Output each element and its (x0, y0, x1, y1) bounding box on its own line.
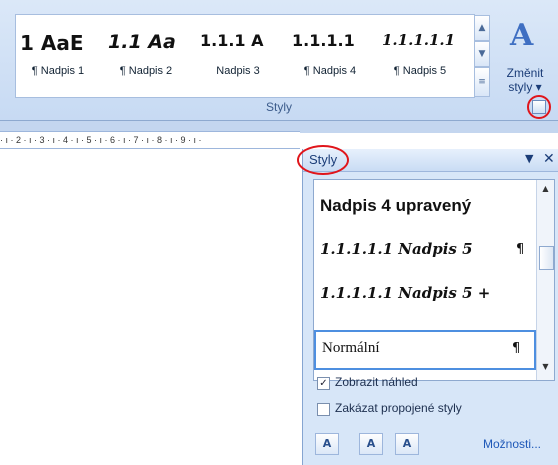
new-style-button[interactable]: A (315, 433, 339, 455)
styles-group-label: Styly (265, 100, 292, 114)
list-item[interactable]: Nadpis 4 upravený (314, 186, 536, 226)
highlight-ring (297, 145, 349, 175)
style-name: ¶ Nadpis 5 (393, 65, 447, 77)
style-inspector-button[interactable]: A (359, 433, 383, 455)
paragraph-icon: ¶ (512, 341, 521, 356)
change-styles-label: Změnit styly ▾ (506, 66, 544, 94)
pane-menu-icon[interactable]: ▼ (525, 152, 533, 165)
gallery-scroll-down-button[interactable]: ▼ (474, 41, 490, 67)
change-styles-icon: A (510, 18, 534, 53)
show-preview-checkbox[interactable]: ✓ (317, 377, 330, 390)
style-preview: 1.1.1.1 (292, 31, 355, 50)
style-heading-1[interactable]: 1 AaE ¶ Nadpis 1 (16, 17, 100, 93)
show-preview-label: Zobrazit náhled (335, 375, 418, 389)
styles-gallery: 1 AaE ¶ Nadpis 1 1.1 Aa ¶ Nadpis 2 1.1.1… (15, 14, 475, 98)
style-name: ¶ Nadpis 1 (31, 65, 85, 77)
change-styles-button[interactable]: A Změnit styly ▾ (496, 18, 554, 100)
list-item[interactable]: 1.1.1.1.1 Nadpis 5 ¶ (314, 230, 536, 270)
manage-styles-button[interactable]: A (395, 433, 419, 455)
scroll-down-icon[interactable]: ▼ (539, 362, 552, 375)
list-item[interactable]: 1.1.1.1.1 Nadpis 5 + (314, 274, 536, 314)
style-heading-4[interactable]: 1.1.1.1 ¶ Nadpis 4 (288, 17, 372, 93)
list-item-selected[interactable]: Normální ¶ (314, 330, 536, 370)
highlight-ring (527, 95, 551, 119)
disable-linked-styles-checkbox[interactable] (317, 403, 330, 416)
style-preview: 1 AaE (20, 31, 84, 55)
style-preview: 1.1.1.1.1 (382, 31, 456, 49)
style-name: ¶ Nadpis 2 (119, 65, 173, 77)
style-heading-5[interactable]: 1.1.1.1.1 ¶ Nadpis 5 (378, 17, 462, 93)
style-name: ¶ Nadpis 4 (303, 65, 357, 77)
options-link[interactable]: Možnosti... (483, 437, 541, 451)
style-heading-2[interactable]: 1.1 Aa ¶ Nadpis 2 (104, 17, 188, 93)
style-heading-3[interactable]: 1.1.1 A Nadpis 3 (196, 17, 280, 93)
close-icon[interactable]: ✕ (543, 151, 555, 167)
horizontal-ruler: · ı · 2 · ı · 3 · ı · 4 · ı · 5 · ı · 6 … (0, 131, 300, 149)
style-preview: 1.1.1 A (200, 31, 264, 50)
paragraph-icon: ¶ (516, 242, 525, 257)
style-preview: 1.1 Aa (108, 31, 176, 53)
disable-linked-styles-label: Zakázat propojené styly (335, 401, 462, 415)
scroll-up-icon[interactable]: ▲ (539, 184, 552, 197)
style-name: Nadpis 3 (216, 65, 260, 77)
styles-pane: Styly ▼ ✕ Nadpis 4 upravený 1.1.1.1.1 Na… (297, 145, 558, 465)
scroll-thumb[interactable] (539, 246, 554, 270)
ribbon: 1 AaE ¶ Nadpis 1 1.1 Aa ¶ Nadpis 2 1.1.1… (0, 0, 558, 121)
styles-list-scrollbar[interactable]: ▲ ▼ (536, 180, 554, 380)
gallery-scroll-up-button[interactable]: ▲ (474, 15, 490, 41)
styles-list: Nadpis 4 upravený 1.1.1.1.1 Nadpis 5 ¶ 1… (313, 179, 555, 381)
document-page[interactable] (0, 149, 302, 465)
gallery-more-button[interactable]: ≡ (474, 67, 490, 97)
